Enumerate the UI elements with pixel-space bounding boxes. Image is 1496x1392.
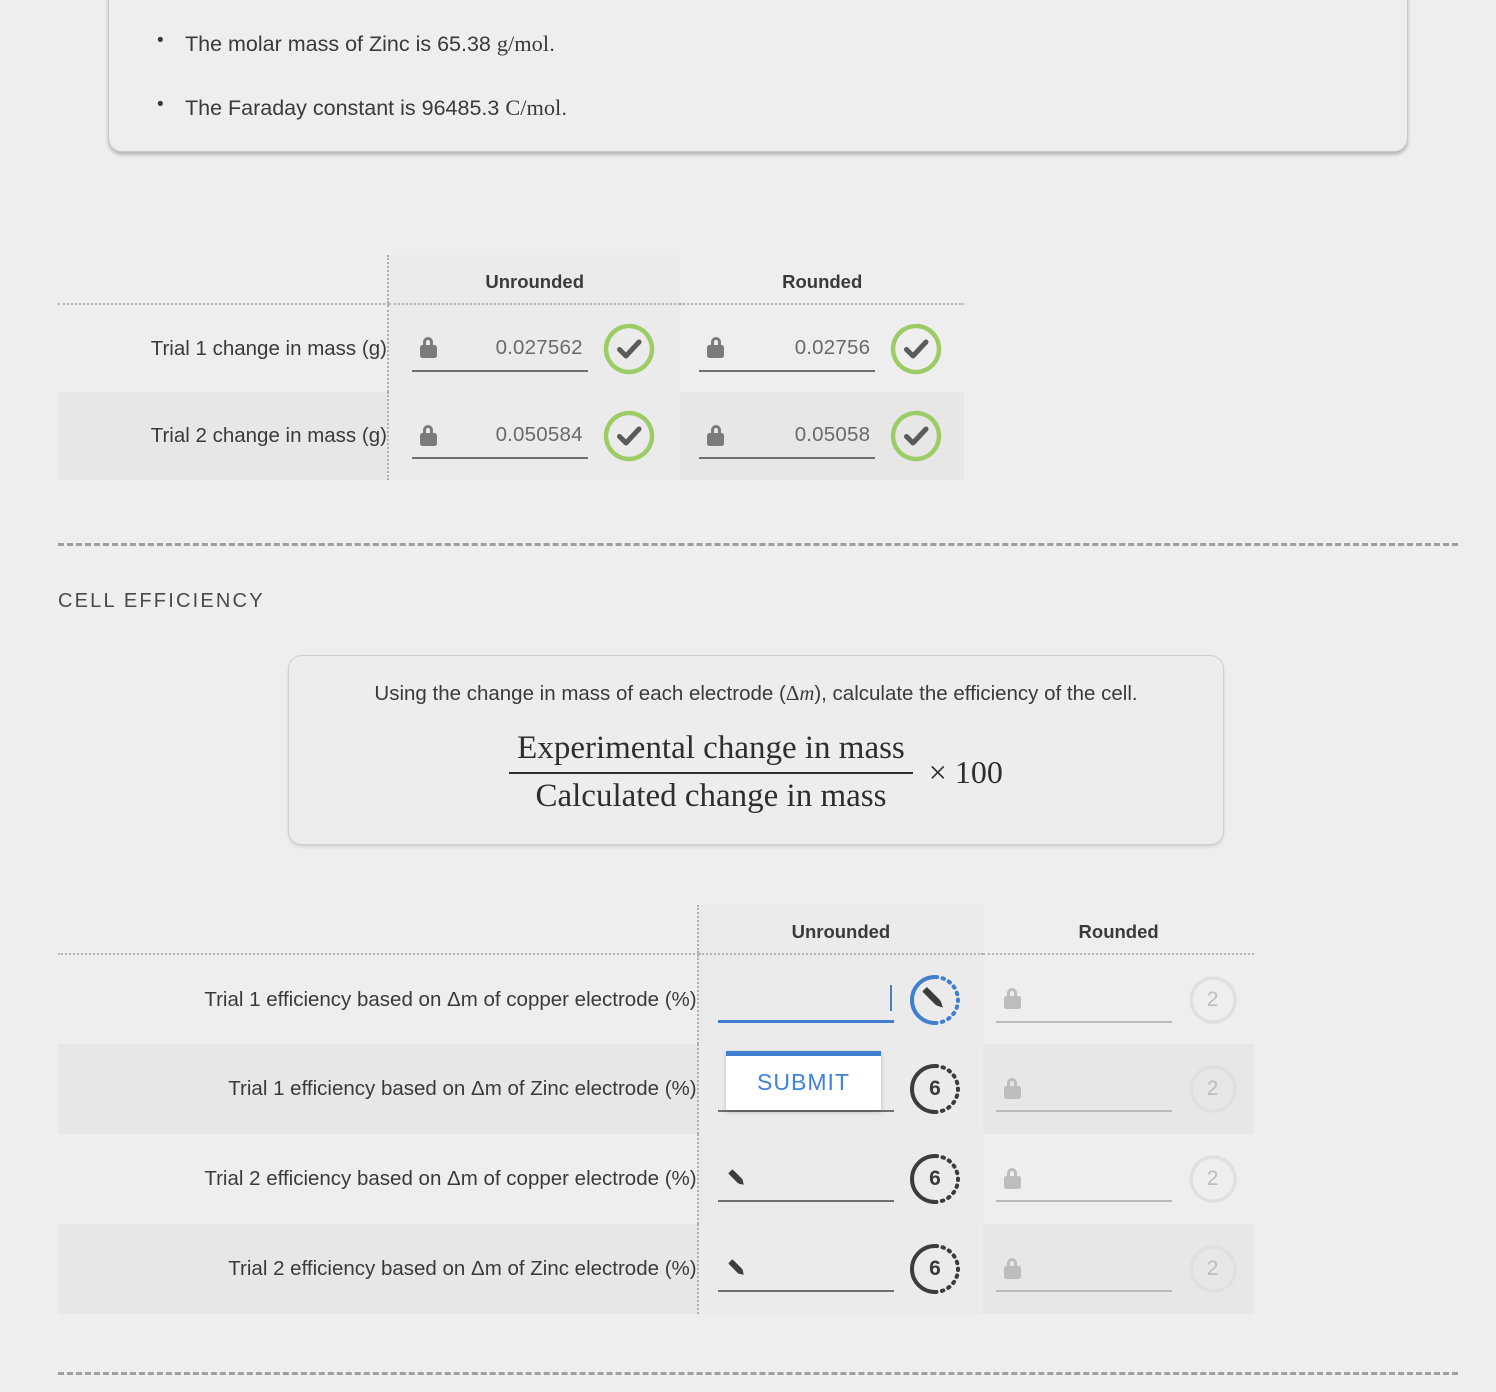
row-label: Trial 1 efficiency based on Δm of Zinc e… bbox=[228, 1077, 697, 1100]
row-label: Trial 1 efficiency based on Δm of copper… bbox=[204, 987, 697, 1011]
header-blank bbox=[58, 255, 388, 305]
cell-rounded: 2 bbox=[983, 1044, 1254, 1134]
text-cursor bbox=[889, 985, 892, 1011]
table-header-row: Unrounded Rounded bbox=[58, 255, 964, 305]
status-editing-icon[interactable] bbox=[906, 971, 964, 1029]
hint-item: The molar mass of Zinc is 65.38 g/mol. bbox=[149, 28, 1367, 59]
efficiency-input-t1-copper-rounded bbox=[995, 977, 1172, 1023]
header-rounded: Rounded bbox=[680, 255, 964, 305]
status-correct-icon bbox=[600, 320, 658, 378]
row-label: Trial 1 change in mass (g) bbox=[150, 336, 387, 360]
lock-icon bbox=[419, 424, 437, 446]
attempts-count: 2 bbox=[1206, 987, 1219, 1011]
hints-card: Using the total amount of charge (integr… bbox=[108, 0, 1408, 152]
lock-icon bbox=[1003, 1077, 1021, 1099]
field-value: 0.050584 bbox=[495, 423, 583, 446]
mass-input-t2-unrounded: 0.050584 bbox=[411, 413, 588, 459]
row-label: Trial 2 change in mass (g) bbox=[150, 424, 387, 447]
lock-icon bbox=[1003, 1257, 1021, 1279]
field-value: 0.027562 bbox=[495, 335, 583, 359]
equation-card: Using the change in mass of each electro… bbox=[288, 655, 1224, 845]
cell-unrounded: 6 bbox=[696, 1134, 984, 1224]
lock-icon bbox=[707, 424, 725, 446]
header-unrounded: Unrounded bbox=[386, 255, 681, 305]
mass-input-t2-rounded: 0.05058 bbox=[699, 413, 876, 459]
row-label: Trial 2 efficiency based on Δm of copper… bbox=[204, 1167, 697, 1190]
field-value: 0.02756 bbox=[794, 335, 871, 359]
lock-icon bbox=[1003, 988, 1021, 1009]
cell-rounded: 0.05058 bbox=[680, 392, 964, 480]
efficiency-formula: Experimental change in mass Calculated c… bbox=[315, 730, 1197, 816]
mass-input-t1-rounded: 0.02756 bbox=[699, 326, 876, 372]
header-rounded: Rounded bbox=[983, 905, 1254, 955]
efficiency-input-t2-copper-rounded bbox=[995, 1156, 1172, 1202]
status-correct-icon bbox=[887, 320, 945, 378]
formula-denominator: Calculated change in mass bbox=[535, 777, 887, 814]
status-attempts-icon[interactable]: 6 bbox=[906, 1240, 964, 1298]
table-row: Trial 1 change in mass (g) 0.027562 0.02… bbox=[58, 304, 964, 392]
status-attempts-icon: 2 bbox=[1184, 1240, 1242, 1298]
cell-unrounded: 0.050584 bbox=[386, 392, 681, 480]
mass-input-t1-unrounded: 0.027562 bbox=[411, 326, 588, 372]
submit-button[interactable]: SUBMIT bbox=[726, 1051, 881, 1110]
mass-change-table: Unrounded Rounded Trial 1 change in mass… bbox=[58, 255, 964, 480]
attempts-count: 6 bbox=[929, 1077, 941, 1100]
submit-button-label: SUBMIT bbox=[757, 1069, 850, 1095]
cell-rounded: 0.02756 bbox=[680, 304, 964, 392]
field-value: 0.05058 bbox=[794, 423, 871, 446]
hints-list: Using the total amount of charge (integr… bbox=[149, 0, 1367, 123]
lock-icon bbox=[1003, 1167, 1021, 1189]
table-row: Trial 2 efficiency based on Δm of copper… bbox=[58, 1134, 1254, 1224]
pencil-icon bbox=[726, 1167, 748, 1189]
status-correct-icon bbox=[887, 407, 945, 465]
cell-unrounded: 6 bbox=[696, 1224, 984, 1314]
status-attempts-icon[interactable]: 6 bbox=[906, 1060, 964, 1118]
status-correct-icon bbox=[600, 407, 658, 465]
formula-numerator: Experimental change in mass bbox=[509, 730, 913, 774]
header-unrounded: Unrounded bbox=[696, 905, 984, 955]
table-row: Trial 1 efficiency based on Δm of Zinc e… bbox=[58, 1044, 1254, 1134]
attempts-count: 6 bbox=[929, 1257, 941, 1280]
attempts-count: 2 bbox=[1206, 1167, 1219, 1190]
efficiency-input-t2-zinc-rounded bbox=[995, 1246, 1172, 1292]
status-attempts-icon: 2 bbox=[1184, 1150, 1242, 1208]
table-row: Trial 1 efficiency based on Δm of copper… bbox=[58, 954, 1254, 1044]
cell-unrounded: 0.027562 bbox=[386, 304, 681, 392]
pencil-icon bbox=[726, 1257, 748, 1279]
section-divider bbox=[58, 543, 1458, 546]
row-label: Trial 2 efficiency based on Δm of Zinc e… bbox=[228, 1257, 697, 1280]
cell-efficiency-table: Unrounded Rounded Trial 1 efficiency bas… bbox=[58, 905, 1254, 1314]
efficiency-input-t1-zinc-rounded bbox=[995, 1066, 1172, 1112]
cell-rounded: 2 bbox=[983, 1224, 1254, 1314]
formula-multiplier: × 100 bbox=[928, 754, 1003, 791]
lock-icon bbox=[419, 337, 437, 358]
table-row: Trial 2 change in mass (g) 0.050584 0.05… bbox=[58, 392, 964, 480]
status-attempts-icon[interactable]: 6 bbox=[906, 1150, 964, 1208]
table-header-row: Unrounded Rounded bbox=[58, 905, 1254, 955]
attempts-count: 2 bbox=[1206, 1257, 1219, 1280]
table-row: Trial 2 efficiency based on Δm of Zinc e… bbox=[58, 1224, 1254, 1314]
attempts-count: 6 bbox=[929, 1167, 941, 1190]
efficiency-input-t2-copper-unrounded[interactable] bbox=[717, 1156, 894, 1202]
status-attempts-icon: 2 bbox=[1184, 1060, 1242, 1118]
header-blank bbox=[58, 905, 698, 955]
status-attempts-icon: 2 bbox=[1184, 971, 1242, 1029]
cell-rounded: 2 bbox=[983, 954, 1254, 1044]
page-title: CELL EFFICIENCY bbox=[58, 590, 265, 612]
efficiency-input-t2-zinc-unrounded[interactable] bbox=[717, 1246, 894, 1292]
attempts-count: 2 bbox=[1206, 1077, 1219, 1100]
equation-prompt: Using the change in mass of each electro… bbox=[374, 681, 1138, 705]
section-divider bbox=[58, 1372, 1458, 1375]
efficiency-input-t1-copper-unrounded[interactable] bbox=[717, 977, 894, 1023]
lock-icon bbox=[707, 337, 725, 358]
hint-item: The Faraday constant is 96485.3 C/mol. bbox=[149, 92, 1367, 123]
cell-unrounded bbox=[696, 954, 984, 1044]
cell-rounded: 2 bbox=[983, 1134, 1254, 1224]
